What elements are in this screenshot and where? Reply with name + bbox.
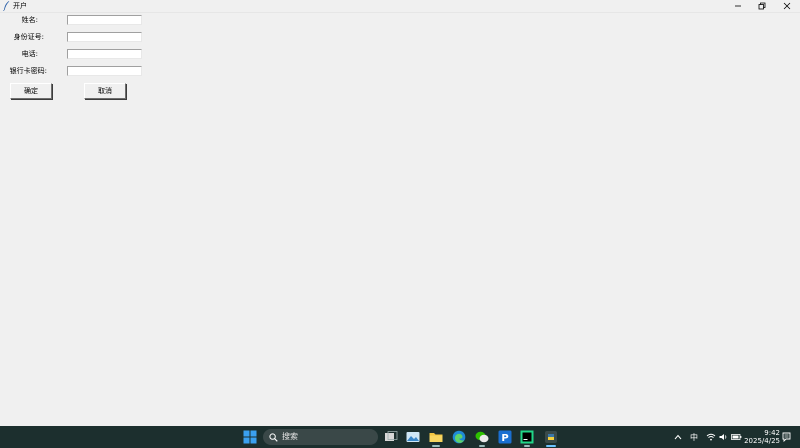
ime-indicator[interactable]: 中 bbox=[690, 432, 698, 443]
battery-icon[interactable] bbox=[731, 433, 742, 441]
feather-icon bbox=[3, 1, 10, 11]
window: 开户 姓名: 身份证号: 电话: 银行卡密码: 确定 取消 bbox=[0, 0, 800, 426]
photos-icon[interactable] bbox=[406, 430, 420, 444]
card-password-input[interactable] bbox=[67, 66, 142, 76]
phone-input[interactable] bbox=[67, 49, 142, 59]
notification-icon[interactable] bbox=[782, 432, 791, 442]
close-icon bbox=[783, 2, 791, 10]
id-number-input[interactable] bbox=[67, 32, 142, 42]
id-number-label: 身份证号: bbox=[13, 33, 44, 41]
search-icon bbox=[269, 433, 278, 442]
python-idle-icon[interactable] bbox=[544, 430, 558, 444]
clock-time: 9:42 bbox=[764, 429, 780, 437]
python-active-indicator bbox=[546, 445, 556, 447]
file-explorer-icon[interactable] bbox=[429, 430, 443, 444]
wechat-running-indicator bbox=[479, 445, 485, 447]
pycharm-running-indicator bbox=[524, 445, 530, 447]
wechat-icon[interactable] bbox=[475, 430, 489, 444]
confirm-button[interactable]: 确定 bbox=[10, 83, 52, 99]
clock-date: 2025/4/25 bbox=[744, 437, 780, 445]
wifi-icon[interactable] bbox=[706, 433, 716, 441]
edge-icon[interactable] bbox=[452, 430, 466, 444]
search-placeholder: 搜索 bbox=[282, 432, 298, 441]
minimize-button[interactable] bbox=[726, 0, 750, 12]
card-password-label: 银行卡密码: bbox=[9, 67, 47, 75]
volume-icon[interactable] bbox=[719, 433, 728, 441]
p-app-icon[interactable]: P bbox=[498, 430, 512, 444]
window-title: 开户 bbox=[13, 2, 27, 10]
name-label: 姓名: bbox=[21, 16, 38, 24]
restore-icon bbox=[758, 2, 766, 10]
system-clock[interactable]: 9:42 2025/4/25 bbox=[744, 429, 780, 445]
taskbar-search[interactable]: 搜索 bbox=[263, 429, 378, 445]
task-view-icon[interactable] bbox=[384, 430, 398, 444]
name-input[interactable] bbox=[67, 15, 142, 25]
windows-start-icon[interactable] bbox=[243, 430, 257, 444]
close-button[interactable] bbox=[775, 0, 799, 12]
taskbar: 搜索 P 中 9:42 2025/4/25 bbox=[0, 426, 800, 448]
svg-text:P: P bbox=[501, 433, 508, 444]
title-bar[interactable]: 开户 bbox=[0, 0, 800, 13]
explorer-running-indicator bbox=[432, 445, 440, 447]
pycharm-icon[interactable] bbox=[520, 430, 534, 444]
phone-label: 电话: bbox=[21, 50, 38, 58]
minimize-icon bbox=[735, 5, 741, 7]
cancel-button[interactable]: 取消 bbox=[84, 83, 126, 99]
restore-button[interactable] bbox=[750, 0, 774, 12]
chevron-up-icon[interactable] bbox=[674, 434, 682, 440]
